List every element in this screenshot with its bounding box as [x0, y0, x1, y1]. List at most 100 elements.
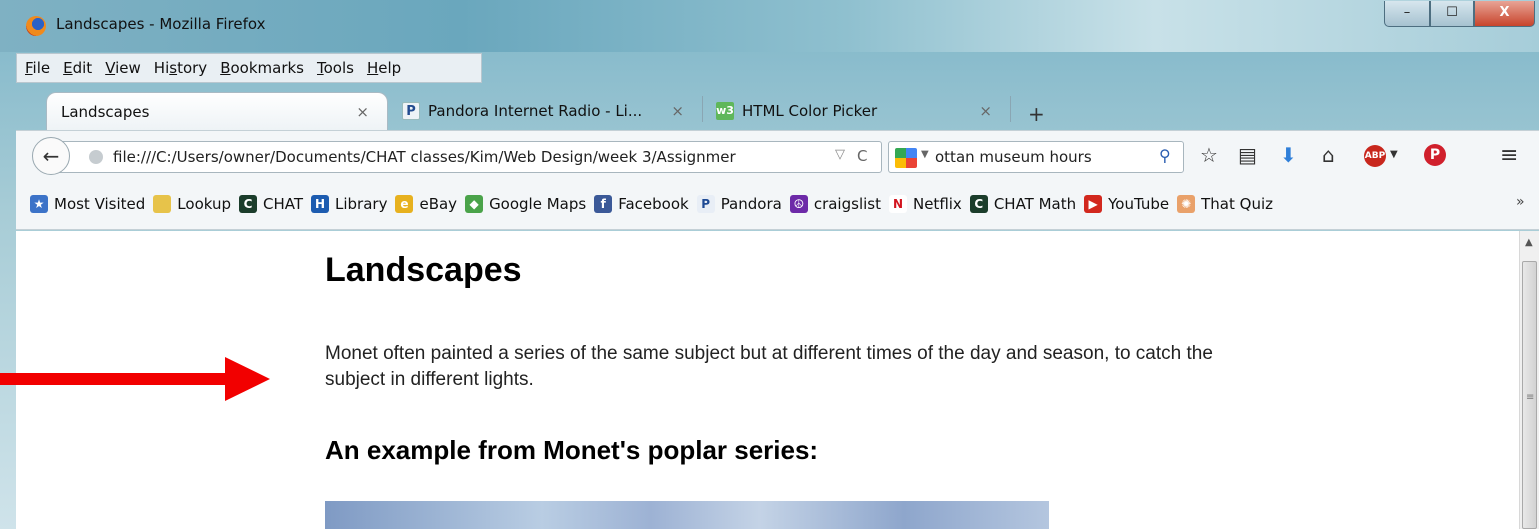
scroll-grip-icon: ≡ — [1526, 392, 1535, 403]
bookmark-ebay[interactable]: e eBay — [395, 194, 458, 213]
site-identity-icon[interactable] — [89, 150, 103, 164]
bookmark-youtube[interactable]: ▶ YouTube — [1084, 194, 1170, 213]
tab-landscapes[interactable]: Landscapes × — [46, 92, 388, 130]
tab-html-color-picker[interactable]: w3 HTML Color Picker × — [702, 92, 1010, 130]
home-icon[interactable]: ⌂ — [1322, 143, 1335, 167]
search-box[interactable]: ▼ ottan museum hours ⚲ — [888, 141, 1184, 173]
pandora-favicon-icon: P — [402, 102, 420, 120]
google-maps-icon: ◆ — [465, 194, 484, 213]
bookmark-pandora[interactable]: P Pandora — [696, 194, 782, 213]
scroll-up-arrow-icon[interactable]: ▲ — [1525, 237, 1533, 248]
maximize-icon: ☐ — [1446, 5, 1458, 20]
youtube-icon: ▶ — [1084, 194, 1103, 213]
bookmarks-overflow-chevron-icon[interactable]: » — [1516, 194, 1525, 210]
peace-icon: ☮ — [789, 194, 808, 213]
tab-separator — [1010, 96, 1011, 122]
bookmarks-toolbar: ★ Most Visited Lookup C CHAT H Library e eBay ◆ Go… — [16, 178, 1539, 230]
google-search-engine-icon[interactable] — [895, 148, 917, 168]
monet-poplar-painting-image — [325, 501, 1049, 529]
bookmark-most-visited[interactable]: ★ Most Visited — [30, 194, 146, 213]
menu-view[interactable]: View — [105, 59, 141, 77]
close-window-button[interactable]: X — [1474, 1, 1535, 27]
menu-edit[interactable]: Edit — [63, 59, 92, 77]
page-subheading: An example from Monet's poplar series: — [325, 435, 819, 465]
most-visited-icon: ★ — [30, 194, 48, 213]
search-input[interactable]: ottan museum hours — [935, 148, 1092, 166]
maximize-button[interactable]: ☐ — [1430, 1, 1474, 27]
bookmark-label: Lookup — [177, 194, 231, 213]
downloads-icon[interactable]: ⬇ — [1280, 143, 1297, 167]
menu-file[interactable]: File — [25, 59, 50, 77]
bookmark-library[interactable]: H Library — [311, 194, 388, 213]
library-icon: H — [311, 194, 330, 213]
bookmark-label: CHAT — [263, 194, 304, 213]
url-dropdown-icon[interactable]: ▽ — [835, 147, 845, 162]
vertical-scrollbar[interactable]: ▲ ≡ — [1519, 231, 1539, 529]
window-titlebar[interactable]: Landscapes - Mozilla Firefox – ☐ X — [0, 0, 1539, 52]
bookmark-label: eBay — [419, 194, 458, 213]
bookmark-label: CHAT Math — [993, 194, 1077, 213]
bookmark-facebook[interactable]: f Facebook — [594, 194, 689, 213]
url-text[interactable]: file:///C:/Users/owner/Documents/CHAT cl… — [113, 148, 833, 166]
menu-help[interactable]: Help — [367, 59, 401, 77]
ebay-icon: e — [395, 194, 414, 213]
bookmark-that-quiz[interactable]: ✺ That Quiz — [1177, 194, 1273, 213]
minimize-icon: – — [1403, 5, 1411, 20]
bookmark-label: Pandora — [720, 194, 782, 213]
reload-icon[interactable]: C — [857, 147, 867, 165]
bookmark-label: Most Visited — [54, 194, 146, 213]
magnifier-icon[interactable]: ⚲ — [1159, 146, 1171, 165]
that-quiz-icon: ✺ — [1177, 194, 1196, 213]
tab-pandora[interactable]: P Pandora Internet Radio - Li... × — [388, 92, 702, 130]
menu-bar: File Edit View History Bookmarks Tools H… — [16, 53, 482, 83]
bookmark-netflix[interactable]: N Netflix — [888, 194, 962, 213]
minimize-button[interactable]: – — [1384, 1, 1430, 27]
menu-bookmarks[interactable]: Bookmarks — [220, 59, 304, 77]
bookmark-label: YouTube — [1108, 194, 1170, 213]
bookmark-label: Netflix — [912, 194, 962, 213]
reading-list-icon[interactable]: ▤ — [1238, 143, 1257, 167]
tab-label: HTML Color Picker — [742, 102, 878, 120]
bookmark-label: That Quiz — [1201, 194, 1273, 213]
tab-strip: Landscapes × P Pandora Internet Radio - … — [16, 84, 1539, 130]
bookmark-chat[interactable]: C CHAT — [239, 194, 304, 213]
menu-tools[interactable]: Tools — [317, 59, 354, 77]
url-bar[interactable]: file:///C:/Users/owner/Documents/CHAT cl… — [52, 141, 882, 173]
bookmark-chat-math[interactable]: C CHAT Math — [969, 194, 1077, 213]
tab-label: Landscapes — [61, 102, 150, 121]
bookmark-google-maps[interactable]: ◆ Google Maps — [465, 194, 587, 213]
bookmark-star-icon[interactable]: ☆ — [1200, 143, 1218, 167]
bookmark-label: Facebook — [618, 194, 689, 213]
tab-close-icon[interactable]: × — [356, 103, 369, 121]
bookmark-lookup[interactable]: Lookup — [153, 194, 231, 213]
back-arrow-icon: ← — [42, 144, 60, 168]
bookmark-label: Library — [335, 194, 388, 213]
page-paragraph: Monet often painted a series of the same… — [325, 343, 1213, 390]
adblock-plus-icon[interactable]: ABP — [1364, 145, 1386, 167]
page-heading: Landscapes — [325, 251, 522, 289]
bookmark-craigslist[interactable]: ☮ craigslist — [789, 194, 881, 213]
firefox-logo-icon — [26, 16, 46, 36]
facebook-icon: f — [594, 194, 613, 213]
adblock-caret-icon[interactable]: ▼ — [1390, 149, 1398, 160]
tab-label: Pandora Internet Radio - Li... — [428, 102, 643, 120]
scroll-thumb[interactable]: ≡ — [1522, 261, 1537, 529]
new-tab-button[interactable]: + — [1028, 102, 1045, 126]
search-engine-caret-icon[interactable]: ▼ — [921, 149, 929, 160]
bookmark-label: craigslist — [813, 194, 881, 213]
folder-icon — [153, 194, 172, 213]
navigation-toolbar: file:///C:/Users/owner/Documents/CHAT cl… — [16, 130, 1539, 178]
window-title: Landscapes - Mozilla Firefox — [56, 15, 266, 33]
netflix-icon: N — [888, 194, 907, 213]
red-annotation-arrow — [0, 357, 270, 401]
pandora-icon: P — [696, 194, 715, 213]
hamburger-menu-icon[interactable]: ≡ — [1500, 143, 1518, 168]
tab-close-icon[interactable]: × — [979, 102, 992, 120]
bookmark-label: Google Maps — [489, 194, 587, 213]
chat-icon: C — [239, 194, 257, 213]
tab-close-icon[interactable]: × — [671, 102, 684, 120]
chat-math-icon: C — [969, 194, 988, 213]
back-button[interactable]: ← — [32, 137, 70, 175]
menu-history[interactable]: History — [154, 59, 207, 77]
pinterest-icon[interactable]: P — [1424, 144, 1446, 166]
